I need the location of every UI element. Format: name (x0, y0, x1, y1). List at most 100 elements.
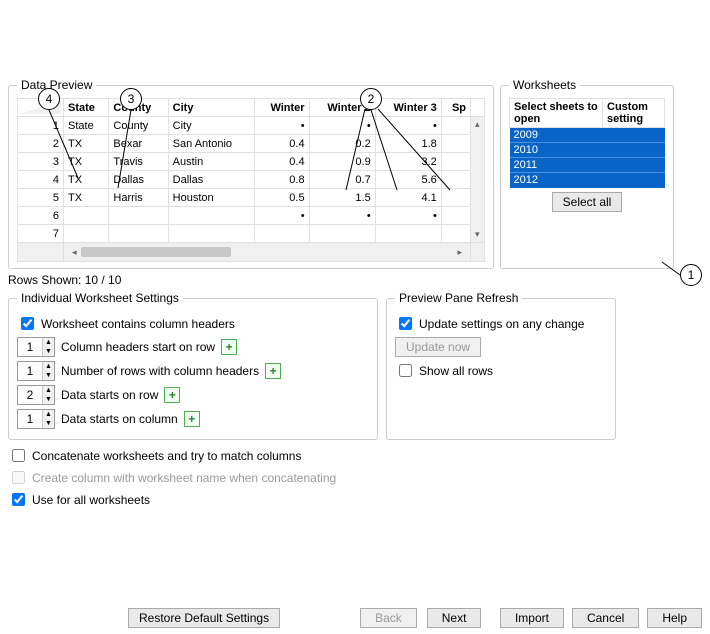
worksheet-item[interactable]: 2009 (510, 128, 665, 143)
cell[interactable]: 4.1 (375, 189, 441, 207)
contains-headers-input[interactable] (21, 317, 34, 330)
select-all-button[interactable]: Select all (552, 192, 623, 212)
row-number[interactable]: 5 (18, 189, 64, 207)
worksheet-name[interactable]: 2011 (510, 158, 603, 173)
data-start-row-stepper[interactable]: ▲▼ (17, 385, 55, 405)
cell[interactable] (441, 135, 470, 153)
row-number[interactable]: 2 (18, 135, 64, 153)
ws-col2[interactable]: Custom setting (603, 99, 665, 128)
cell[interactable]: 0.4 (255, 153, 310, 171)
cell[interactable]: 3.2 (375, 153, 441, 171)
data-start-row-input[interactable] (18, 386, 42, 404)
restore-defaults-button[interactable]: Restore Default Settings (128, 608, 280, 628)
show-all-rows-checkbox[interactable]: Show all rows (395, 361, 607, 380)
cell[interactable]: • (375, 207, 441, 225)
import-button[interactable]: Import (500, 608, 564, 628)
cell[interactable]: 0.7 (309, 171, 375, 189)
update-on-change-checkbox[interactable]: Update settings on any change (395, 314, 607, 333)
cell[interactable]: TX (64, 135, 109, 153)
contains-headers-checkbox[interactable]: Worksheet contains column headers (17, 314, 369, 333)
worksheet-name[interactable]: 2010 (510, 143, 603, 158)
cell[interactable]: 0.8 (255, 171, 310, 189)
row-number[interactable]: 7 (18, 225, 64, 243)
cell[interactable]: 1.8 (375, 135, 441, 153)
col-header-state[interactable]: State (64, 99, 109, 117)
cell[interactable]: Harris (109, 189, 168, 207)
cell[interactable] (168, 207, 254, 225)
use-all-worksheets-checkbox[interactable]: Use for all worksheets (8, 490, 702, 509)
up-arrow-icon[interactable]: ▲ (43, 362, 54, 371)
num-header-rows-stepper[interactable]: ▲▼ (17, 361, 55, 381)
cell[interactable]: San Antonio (168, 135, 254, 153)
up-arrow-icon[interactable]: ▲ (43, 338, 54, 347)
hscrollbar[interactable]: ◂▸ (64, 243, 471, 262)
cell[interactable]: TX (64, 189, 109, 207)
worksheet-name[interactable]: 2009 (510, 128, 603, 143)
scroll-right-icon[interactable]: ▸ (455, 247, 464, 258)
plus-icon[interactable]: + (265, 363, 281, 379)
cell[interactable]: Austin (168, 153, 254, 171)
cell[interactable] (309, 225, 375, 243)
plus-icon[interactable]: + (164, 387, 180, 403)
cell[interactable]: • (309, 207, 375, 225)
cell[interactable]: City (168, 117, 254, 135)
cell[interactable]: County (109, 117, 168, 135)
headers-start-row-stepper[interactable]: ▲▼ (17, 337, 55, 357)
down-arrow-icon[interactable]: ▼ (43, 371, 54, 380)
cell[interactable] (441, 153, 470, 171)
headers-start-row-input[interactable] (18, 338, 42, 356)
col-header-winter[interactable]: Winter (255, 99, 310, 117)
vscroll-up[interactable] (471, 99, 485, 117)
cell[interactable]: 0.4 (255, 135, 310, 153)
data-start-col-input[interactable] (18, 410, 42, 428)
data-start-col-stepper[interactable]: ▲▼ (17, 409, 55, 429)
use-all-worksheets-input[interactable] (12, 493, 25, 506)
cell[interactable]: 1.5 (309, 189, 375, 207)
col-header-winter3[interactable]: Winter 3 (375, 99, 441, 117)
cell[interactable]: 0.9 (309, 153, 375, 171)
cell[interactable]: • (255, 117, 310, 135)
cell[interactable] (441, 189, 470, 207)
up-arrow-icon[interactable]: ▲ (43, 386, 54, 395)
cell[interactable]: Travis (109, 153, 168, 171)
help-button[interactable]: Help (647, 608, 702, 628)
down-arrow-icon[interactable]: ▼ (43, 419, 54, 428)
cell[interactable] (64, 207, 109, 225)
vscrollbar[interactable]: ▴▾ (471, 117, 485, 243)
worksheet-custom[interactable] (603, 143, 665, 158)
cell[interactable] (109, 225, 168, 243)
chevron-down-icon[interactable]: ▾ (57, 106, 61, 115)
cell[interactable] (441, 225, 470, 243)
row-number[interactable]: 6 (18, 207, 64, 225)
cell[interactable]: 0.2 (309, 135, 375, 153)
cell[interactable] (441, 207, 470, 225)
cell[interactable]: • (375, 117, 441, 135)
concatenate-input[interactable] (12, 449, 25, 462)
plus-icon[interactable]: + (184, 411, 200, 427)
cell[interactable]: TX (64, 171, 109, 189)
worksheet-item[interactable]: 2012 (510, 173, 665, 188)
cell[interactable]: Bexar (109, 135, 168, 153)
cell[interactable] (441, 117, 470, 135)
cell[interactable]: 0.5 (255, 189, 310, 207)
row-number[interactable]: 4 (18, 171, 64, 189)
worksheet-name[interactable]: 2012 (510, 173, 603, 188)
next-button[interactable]: Next (427, 608, 482, 628)
cell[interactable] (441, 171, 470, 189)
concatenate-checkbox[interactable]: Concatenate worksheets and try to match … (8, 446, 702, 465)
cell[interactable] (109, 207, 168, 225)
plus-icon[interactable]: + (221, 339, 237, 355)
scroll-thumb[interactable] (81, 247, 231, 257)
cancel-button[interactable]: Cancel (572, 608, 639, 628)
update-on-change-input[interactable] (399, 317, 412, 330)
row-number[interactable]: 3 (18, 153, 64, 171)
cell[interactable] (255, 225, 310, 243)
cell[interactable]: State (64, 117, 109, 135)
ws-col1[interactable]: Select sheets to open (510, 99, 603, 128)
worksheet-item[interactable]: 2011 (510, 158, 665, 173)
cell[interactable]: • (309, 117, 375, 135)
col-header-sp[interactable]: Sp (441, 99, 470, 117)
col-header-city[interactable]: City (168, 99, 254, 117)
worksheet-custom[interactable] (603, 158, 665, 173)
num-header-rows-input[interactable] (18, 362, 42, 380)
